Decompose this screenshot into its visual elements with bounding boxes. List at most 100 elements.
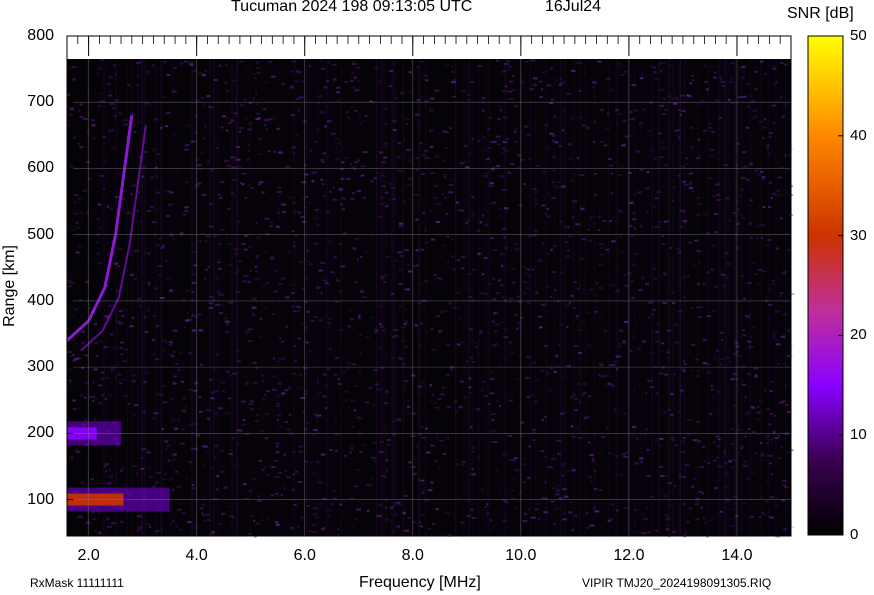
noise-speck <box>525 287 530 290</box>
noise-speck <box>556 489 560 492</box>
noise-speck <box>320 502 325 505</box>
noise-streak <box>545 59 547 536</box>
noise-speck <box>175 525 178 528</box>
noise-speck <box>146 451 151 454</box>
noise-speck <box>288 386 292 389</box>
noise-speck <box>273 116 277 119</box>
noise-speck <box>446 261 450 263</box>
noise-speck <box>662 147 666 150</box>
noise-speck <box>280 493 283 496</box>
noise-speck <box>456 463 459 466</box>
noise-speck <box>345 111 350 114</box>
noise-speck <box>531 268 534 271</box>
noise-speck <box>365 336 370 339</box>
noise-speck <box>270 256 275 259</box>
noise-speck <box>208 409 213 412</box>
noise-speck <box>729 62 735 65</box>
noise-speck <box>566 121 572 124</box>
noise-speck <box>290 148 294 151</box>
colorbar <box>807 35 844 536</box>
noise-speck <box>69 379 72 382</box>
noise-speck <box>597 229 600 231</box>
noise-speck <box>662 495 667 497</box>
noise-speck <box>94 342 98 345</box>
noise-speck <box>762 126 767 129</box>
noise-speck <box>242 419 246 421</box>
noise-speck <box>501 296 505 299</box>
noise-speck <box>182 512 186 514</box>
noise-speck <box>265 128 268 131</box>
noise-speck <box>690 172 693 175</box>
x-axis-label: Frequency [MHz] <box>359 574 481 591</box>
noise-speck <box>547 215 551 218</box>
noise-streak <box>217 59 219 536</box>
noise-speck <box>435 315 441 318</box>
noise-speck <box>175 363 179 366</box>
noise-speck <box>358 314 361 317</box>
noise-speck <box>344 454 347 457</box>
noise-speck <box>505 501 509 504</box>
noise-speck <box>323 373 327 376</box>
noise-speck <box>754 170 758 173</box>
noise-speck <box>299 374 302 377</box>
noise-streak <box>87 59 88 536</box>
noise-speck <box>362 444 367 447</box>
noise-speck <box>272 313 275 316</box>
noise-speck <box>598 263 604 266</box>
noise-speck <box>213 79 218 81</box>
noise-speck <box>523 281 528 283</box>
noise-speck <box>445 64 449 66</box>
noise-speck <box>255 93 258 96</box>
noise-speck <box>618 174 622 177</box>
noise-speck <box>508 341 513 344</box>
noise-speck <box>197 313 202 316</box>
noise-speck <box>81 481 85 484</box>
noise-speck <box>755 452 758 455</box>
noise-speck <box>248 403 253 406</box>
noise-speck <box>489 392 495 395</box>
noise-speck <box>616 290 620 293</box>
noise-speck <box>397 156 401 159</box>
noise-speck <box>526 268 531 271</box>
noise-streak <box>314 59 316 536</box>
noise-speck <box>389 182 392 185</box>
noise-speck <box>335 357 340 360</box>
noise-speck <box>134 404 139 407</box>
noise-speck <box>288 251 291 254</box>
noise-speck <box>228 374 232 377</box>
noise-speck <box>569 396 573 399</box>
noise-speck <box>232 372 237 375</box>
noise-speck <box>110 102 115 105</box>
noise-speck <box>297 481 303 483</box>
noise-speck <box>496 59 499 62</box>
noise-speck <box>237 220 241 223</box>
noise-speck <box>290 70 294 73</box>
noise-speck <box>699 466 705 468</box>
noise-speck <box>347 117 351 119</box>
noise-speck <box>70 113 73 116</box>
noise-speck <box>194 381 199 384</box>
noise-speck <box>494 429 497 432</box>
noise-speck <box>440 444 444 447</box>
noise-speck <box>350 443 355 446</box>
noise-speck <box>157 244 160 247</box>
noise-speck <box>459 318 462 321</box>
noise-speck <box>555 493 560 496</box>
noise-speck <box>321 67 325 70</box>
noise-speck <box>451 65 455 68</box>
noise-speck <box>127 402 131 405</box>
noise-speck <box>92 381 95 384</box>
noise-speck <box>161 244 166 247</box>
noise-speck <box>768 132 773 135</box>
noise-speck <box>510 351 515 354</box>
noise-speck <box>603 144 608 147</box>
noise-speck <box>450 255 455 258</box>
noise-speck <box>266 474 271 477</box>
noise-speck <box>285 421 288 423</box>
noise-speck <box>98 402 103 405</box>
noise-speck <box>500 264 504 267</box>
noise-speck <box>162 478 166 481</box>
noise-speck <box>322 152 326 155</box>
noise-speck <box>524 512 527 515</box>
noise-speck <box>226 370 230 373</box>
